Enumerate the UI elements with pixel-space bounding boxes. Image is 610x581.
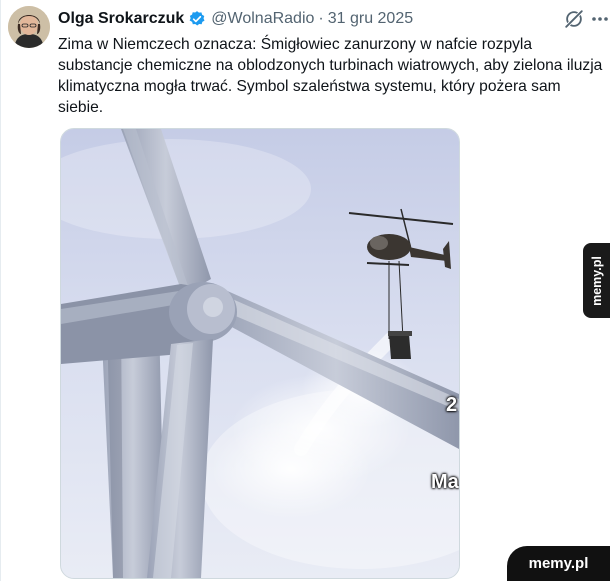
wind-turbine-helicopter-photo bbox=[61, 129, 459, 578]
grok-icon[interactable] bbox=[563, 8, 585, 30]
watermark-bottom: memy.pl bbox=[507, 546, 610, 581]
video-overlay-text: 2 bbox=[446, 394, 458, 416]
watermark-side: memy.pl bbox=[583, 243, 610, 318]
watermark-side-label: memy.pl bbox=[589, 255, 604, 306]
verified-badge-icon bbox=[188, 10, 206, 28]
video-overlay-text: Ma bbox=[431, 471, 459, 493]
tweet-header: Olga Srokarczuk @WolnaRadio · 31 gru 202… bbox=[58, 8, 413, 30]
left-border bbox=[0, 0, 1, 581]
tweet-text: Zima w Niemczech oznacza: Śmigłowiec zan… bbox=[58, 36, 603, 116]
avatar[interactable] bbox=[8, 6, 50, 48]
author-name[interactable]: Olga Srokarczuk bbox=[58, 10, 184, 28]
tweet-date[interactable]: 31 gru 2025 bbox=[328, 10, 413, 28]
separator-dot: · bbox=[318, 10, 324, 27]
author-handle[interactable]: @WolnaRadio bbox=[211, 10, 314, 28]
more-icon[interactable] bbox=[591, 11, 609, 27]
tweet-media-image[interactable]: 2 Ma bbox=[60, 128, 460, 579]
